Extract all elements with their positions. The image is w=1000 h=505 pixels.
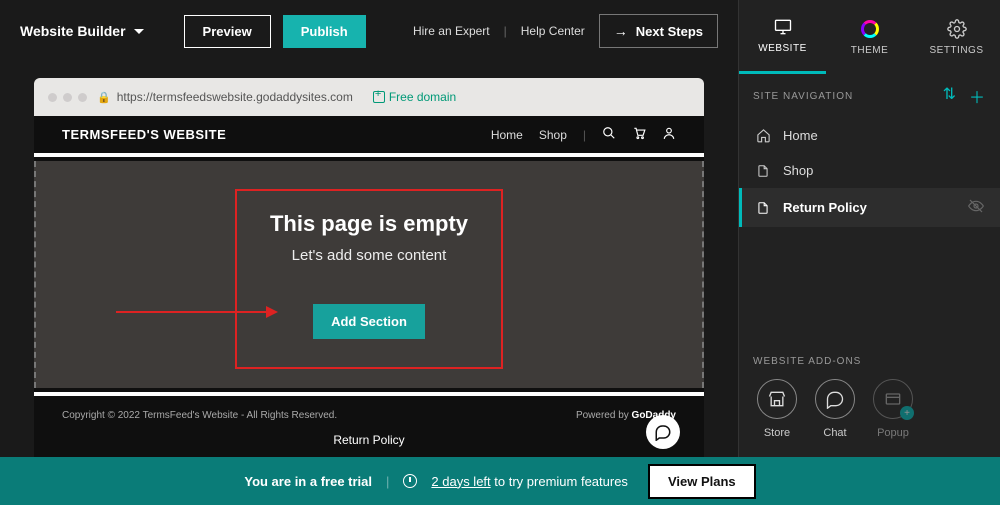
site-header: TERMSFEED'S WEBSITE Home Shop | <box>34 116 704 153</box>
gear-icon <box>947 19 967 39</box>
page-icon <box>755 201 771 215</box>
canvas-divider <box>34 153 704 161</box>
traffic-lights <box>48 93 87 102</box>
site-navigation-header: SITE NAVIGATION ⇅ ＋ <box>739 74 1000 118</box>
separator: | <box>504 24 507 38</box>
annotation-arrow <box>116 311 276 313</box>
empty-subtitle: Let's add some content <box>269 247 469 264</box>
footer-copyright: Copyright © 2022 TermsFeed's Website - A… <box>62 410 337 421</box>
empty-canvas[interactable]: This page is empty Let's add some conten… <box>34 161 704 388</box>
reorder-icon[interactable]: ⇅ <box>943 84 957 108</box>
right-panel: WEBSITE THEME SETTINGS SITE NAVIGATION ⇅… <box>738 0 1000 457</box>
chevron-down-icon <box>134 29 144 34</box>
preview-button[interactable]: Preview <box>184 15 271 48</box>
nav-shop-link[interactable]: Shop <box>539 128 567 142</box>
tab-website[interactable]: WEBSITE <box>739 0 826 74</box>
lock-icon: 🔒 <box>97 91 111 104</box>
site-nav: Home Shop | <box>491 126 676 143</box>
tab-theme[interactable]: THEME <box>826 0 913 74</box>
globe-plus-icon <box>373 91 385 103</box>
next-steps-label: Next Steps <box>636 24 703 39</box>
tab-settings[interactable]: SETTINGS <box>913 0 1000 74</box>
url-display: 🔒 https://termsfeedswebsite.godaddysites… <box>97 90 353 104</box>
brand-label: Website Builder <box>20 23 126 39</box>
nav-item-shop[interactable]: Shop <box>739 153 1000 188</box>
add-page-icon[interactable]: ＋ <box>969 84 986 108</box>
publish-button[interactable]: Publish <box>283 15 366 48</box>
plus-badge-icon: + <box>900 406 914 420</box>
clock-icon <box>403 474 417 488</box>
site-title: TERMSFEED'S WEBSITE <box>62 127 226 142</box>
tab-website-label: WEBSITE <box>758 43 807 54</box>
panel-tabs: WEBSITE THEME SETTINGS <box>739 0 1000 74</box>
trial-bar: You are in a free trial | 2 days left to… <box>0 457 1000 505</box>
editor-canvas: 🔒 https://termsfeedswebsite.godaddysites… <box>0 62 738 457</box>
addon-popup-label: Popup <box>877 427 909 439</box>
trial-prefix: You are in a free trial <box>244 474 372 489</box>
addon-chat[interactable]: Chat <box>815 379 855 439</box>
addon-store[interactable]: Store <box>757 379 797 439</box>
trial-suffix: to try premium features <box>491 474 628 489</box>
site-navigation-label: SITE NAVIGATION <box>753 91 853 102</box>
nav-item-return-policy[interactable]: Return Policy <box>739 188 1000 227</box>
free-domain-link[interactable]: Free domain <box>373 90 456 104</box>
page-list: Home Shop Return Policy <box>739 118 1000 227</box>
page-icon <box>755 164 771 178</box>
url-text: https://termsfeedswebsite.godaddysites.c… <box>117 90 353 104</box>
nav-item-label: Home <box>783 128 818 143</box>
addon-chat-label: Chat <box>823 427 846 439</box>
empty-highlight-box: This page is empty Let's add some conten… <box>235 189 503 369</box>
browser-address-bar: 🔒 https://termsfeedswebsite.godaddysites… <box>34 78 704 116</box>
brand-selector[interactable]: Website Builder <box>20 23 144 39</box>
next-steps-button[interactable]: → Next Steps <box>599 14 718 48</box>
nav-item-label: Return Policy <box>783 200 867 215</box>
add-section-button[interactable]: Add Section <box>313 304 425 339</box>
nav-home-link[interactable]: Home <box>491 128 523 142</box>
store-icon <box>757 379 797 419</box>
nav-item-home[interactable]: Home <box>739 118 1000 153</box>
help-center-link[interactable]: Help Center <box>521 24 585 38</box>
topbar: Website Builder Preview Publish Hire an … <box>0 0 738 62</box>
home-icon <box>755 128 771 143</box>
popup-icon: + <box>873 379 913 419</box>
cart-icon[interactable] <box>632 126 646 143</box>
addons-row: Store Chat + Popup <box>739 379 1000 457</box>
free-domain-label: Free domain <box>389 90 456 104</box>
hire-expert-link[interactable]: Hire an Expert <box>413 24 490 38</box>
view-plans-button[interactable]: View Plans <box>648 464 756 499</box>
empty-title: This page is empty <box>269 211 469 237</box>
site-footer: Copyright © 2022 TermsFeed's Website - A… <box>34 396 704 457</box>
tab-settings-label: SETTINGS <box>929 45 983 56</box>
monitor-icon <box>773 17 793 37</box>
arrow-right-icon: → <box>614 23 628 39</box>
addon-store-label: Store <box>764 427 790 439</box>
theme-ring-icon <box>860 19 880 39</box>
trial-days-link[interactable]: 2 days left <box>431 474 490 489</box>
addon-popup[interactable]: + Popup <box>873 379 913 439</box>
chat-bubble-button[interactable] <box>646 415 680 449</box>
user-icon[interactable] <box>662 126 676 143</box>
visibility-toggle-icon[interactable] <box>968 198 984 217</box>
addons-header: WEBSITE ADD-ONS <box>739 340 1000 379</box>
nav-item-label: Shop <box>783 163 813 178</box>
tab-theme-label: THEME <box>851 45 889 56</box>
canvas-divider <box>34 388 704 396</box>
chat-icon <box>815 379 855 419</box>
footer-return-policy-link[interactable]: Return Policy <box>62 433 676 447</box>
search-icon[interactable] <box>602 126 616 143</box>
